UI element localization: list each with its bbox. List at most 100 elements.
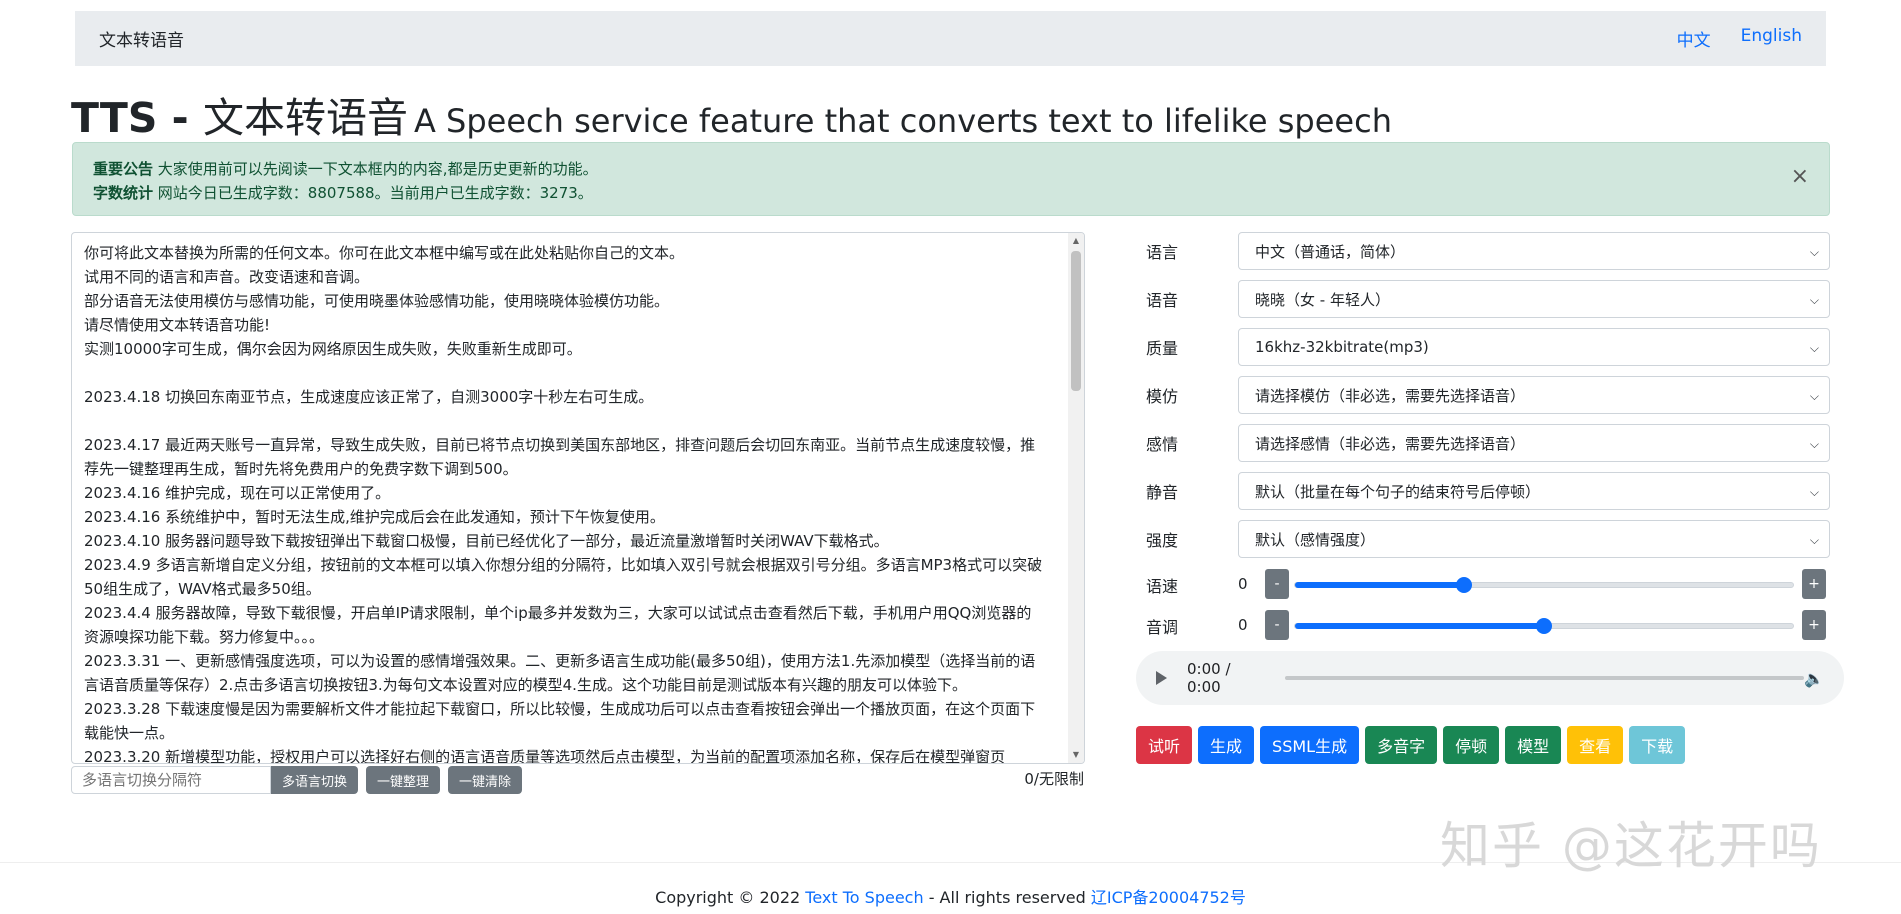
download-button[interactable]: 下载 — [1629, 726, 1686, 764]
lang-zh-link[interactable]: 中文 — [1677, 26, 1711, 51]
text-line: 2023.4.16 系统维护中，暂时无法生成,维护完成后会在此发通知，预计下午恢… — [84, 508, 665, 526]
rights-text: - All rights reserved — [923, 888, 1091, 907]
action-buttons: 试听 生成 SSML生成 多音字 停顿 模型 查看 下载 — [1136, 726, 1686, 764]
audio-player: 0:00 / 0:00 🔈 — [1136, 651, 1844, 705]
scroll-up-icon[interactable]: ▲ — [1071, 236, 1081, 246]
quality-select[interactable]: 16khz-32kbitrate(mp3) ⌵ — [1238, 328, 1830, 366]
text-line: 2023.3.20 新增模型功能，授权用户可以选择好右侧的语言语音质量等选项然后… — [84, 748, 1006, 764]
pause-button[interactable]: 停顿 — [1443, 726, 1500, 764]
form-row-language: 语言 中文（普通话，简体） ⌵ — [1146, 232, 1830, 270]
footer: Copyright © 2022 Text To Speech - All ri… — [0, 884, 1901, 908]
quality-label: 质量 — [1146, 339, 1179, 358]
text-line: 你可将此文本替换为所需的任何文本。你可在此文本框中编写或在此处粘贴你自己的文本。 — [84, 244, 685, 262]
lang-en-link[interactable]: English — [1741, 26, 1802, 51]
speed-plus-button[interactable]: + — [1802, 569, 1826, 599]
silence-select[interactable]: 默认（批量在每个句子的结束符号后停顿） ⌵ — [1238, 472, 1830, 510]
char-count: 0/无限制 — [1024, 770, 1084, 788]
language-label: 语言 — [1146, 243, 1179, 262]
text-line: 部分语音无法使用模仿与感情功能，可使用晓墨体验感情功能，使用晓晓体验模仿功能。 — [84, 292, 670, 310]
form-row-quality: 质量 16khz-32kbitrate(mp3) ⌵ — [1146, 328, 1830, 366]
speed-slider[interactable] — [1294, 577, 1794, 593]
multi-lang-switch-button[interactable]: 多语言切换 — [271, 766, 358, 794]
separator-input[interactable] — [71, 766, 271, 794]
model-button[interactable]: 模型 — [1505, 726, 1562, 764]
scroll-down-icon[interactable]: ▼ — [1071, 750, 1081, 760]
speed-minus-button[interactable]: - — [1265, 569, 1289, 599]
notice-line: 重要公告 大家使用前可以先阅读一下文本框内的内容,都是历史更新的功能。 — [93, 157, 1809, 181]
chevron-down-icon: ⌵ — [1809, 293, 1819, 307]
pitch-plus-button[interactable]: + — [1802, 610, 1826, 640]
text-line — [84, 409, 1044, 433]
chevron-down-icon: ⌵ — [1809, 533, 1819, 547]
listen-button[interactable]: 试听 — [1136, 726, 1193, 764]
speed-slider-handle[interactable] — [1456, 577, 1473, 593]
imitate-label: 模仿 — [1146, 387, 1179, 406]
close-icon[interactable]: × — [1791, 165, 1809, 189]
quality-value: 16khz-32kbitrate(mp3) — [1255, 338, 1429, 356]
intensity-select[interactable]: 默认（感情强度） ⌵ — [1238, 520, 1830, 558]
watermark: 知乎 @这花开吗 — [1440, 817, 1822, 875]
audio-time: 0:00 / 0:00 — [1187, 660, 1231, 696]
pitch-row: 音调 0 - + — [1146, 610, 1830, 640]
chevron-down-icon: ⌵ — [1809, 437, 1819, 451]
clear-button[interactable]: 一键清除 — [448, 766, 522, 794]
tidy-button[interactable]: 一键整理 — [366, 766, 440, 794]
notice-alert: 重要公告 大家使用前可以先阅读一下文本框内的内容,都是历史更新的功能。 字数统计… — [72, 142, 1830, 216]
stats-line: 字数统计 网站今日已生成字数：8807588。当前用户已生成字数：3273。 — [93, 181, 1809, 205]
scrollbar-thumb[interactable] — [1071, 251, 1081, 391]
title-zh: 文本转语音 — [202, 94, 408, 142]
speed-value: 0 — [1238, 575, 1248, 593]
ssml-generate-button[interactable]: SSML生成 — [1260, 726, 1360, 764]
chevron-down-icon: ⌵ — [1809, 485, 1819, 499]
navbar-brand[interactable]: 文本转语音 — [99, 26, 184, 51]
text-line: 2023.4.17 最近两天账号一直异常，导致生成失败，目前已将节点切换到美国东… — [84, 436, 1036, 478]
emotion-select[interactable]: 请选择感情（非必选，需要先选择语音） ⌵ — [1238, 424, 1830, 462]
view-button[interactable]: 查看 — [1567, 726, 1624, 764]
form-row-voice: 语音 晓晓（女 - 年轻人） ⌵ — [1146, 280, 1830, 318]
audio-progress-bar[interactable] — [1284, 676, 1805, 680]
voice-label: 语音 — [1146, 291, 1179, 310]
site-link[interactable]: Text To Speech — [805, 888, 923, 907]
pitch-minus-button[interactable]: - — [1265, 610, 1289, 640]
text-line: 2023.3.31 一、更新感情强度选项，可以为设置的感情增强效果。二、更新多语… — [84, 652, 1036, 694]
emotion-value: 请选择感情（非必选，需要先选择语音） — [1255, 434, 1526, 453]
imitate-select[interactable]: 请选择模仿（非必选，需要先选择语音） ⌵ — [1238, 376, 1830, 414]
pitch-slider[interactable] — [1294, 618, 1794, 634]
scrollbar[interactable]: ▲ ▼ — [1068, 233, 1084, 763]
text-line: 2023.4.4 服务器故障，导致下载很慢，开启单IP请求限制，单个ip最多并发… — [84, 604, 1032, 646]
intensity-value: 默认（感情强度） — [1255, 530, 1376, 549]
stats-text: 网站今日已生成字数：8807588。当前用户已生成字数：3273。 — [157, 184, 593, 202]
speed-label: 语速 — [1146, 577, 1179, 596]
text-line: 2023.3.28 下载速度慢是因为需要解析文件才能拉起下载窗口，所以比较慢，生… — [84, 700, 1036, 742]
volume-icon[interactable]: 🔈 — [1804, 669, 1824, 688]
speed-slider-fill — [1295, 582, 1465, 588]
polyphone-button[interactable]: 多音字 — [1365, 726, 1438, 764]
title-main: TTS - 文本转语音 — [71, 94, 408, 142]
voice-select[interactable]: 晓晓（女 - 年轻人） ⌵ — [1238, 280, 1830, 318]
language-value: 中文（普通话，简体） — [1255, 242, 1406, 261]
icp-link[interactable]: 辽ICP备20004752号 — [1091, 888, 1246, 907]
imitate-value: 请选择模仿（非必选，需要先选择语音） — [1255, 386, 1526, 405]
language-select[interactable]: 中文（普通话，简体） ⌵ — [1238, 232, 1830, 270]
chevron-down-icon: ⌵ — [1809, 389, 1819, 403]
language-switcher: 中文 English — [1677, 26, 1802, 51]
text-content[interactable]: 你可将此文本替换为所需的任何文本。你可在此文本框中编写或在此处粘贴你自己的文本。… — [72, 233, 1084, 764]
chevron-down-icon: ⌵ — [1809, 245, 1819, 259]
text-line: 2023.4.10 服务器问题导致下载按钮弹出下载窗口极慢，目前已经优化了一部分… — [84, 532, 889, 550]
text-input-area[interactable]: 你可将此文本替换为所需的任何文本。你可在此文本框中编写或在此处粘贴你自己的文本。… — [71, 232, 1085, 764]
title-subtitle: A Speech service feature that converts t… — [413, 102, 1392, 140]
speed-row: 语速 0 - + — [1146, 569, 1830, 599]
text-line: 2023.4.16 维护完成，现在可以正常使用了。 — [84, 484, 391, 502]
form-row-silence: 静音 默认（批量在每个句子的结束符号后停顿） ⌵ — [1146, 472, 1830, 510]
form-row-emotion: 感情 请选择感情（非必选，需要先选择语音） ⌵ — [1146, 424, 1830, 462]
voice-value: 晓晓（女 - 年轻人） — [1255, 290, 1390, 309]
pitch-label: 音调 — [1146, 618, 1179, 637]
play-icon[interactable] — [1156, 671, 1167, 685]
text-line: 实测10000字可生成，偶尔会因为网络原因生成失败，失败重新生成即可。 — [84, 340, 582, 358]
form-row-intensity: 强度 默认（感情强度） ⌵ — [1146, 520, 1830, 558]
stats-label: 字数统计 — [93, 184, 154, 202]
page-title: TTS - 文本转语音 A Speech service feature that… — [71, 84, 1392, 144]
pitch-slider-handle[interactable] — [1536, 618, 1552, 634]
notice-text: 大家使用前可以先阅读一下文本框内的内容,都是历史更新的功能。 — [157, 160, 598, 178]
generate-button[interactable]: 生成 — [1198, 726, 1255, 764]
